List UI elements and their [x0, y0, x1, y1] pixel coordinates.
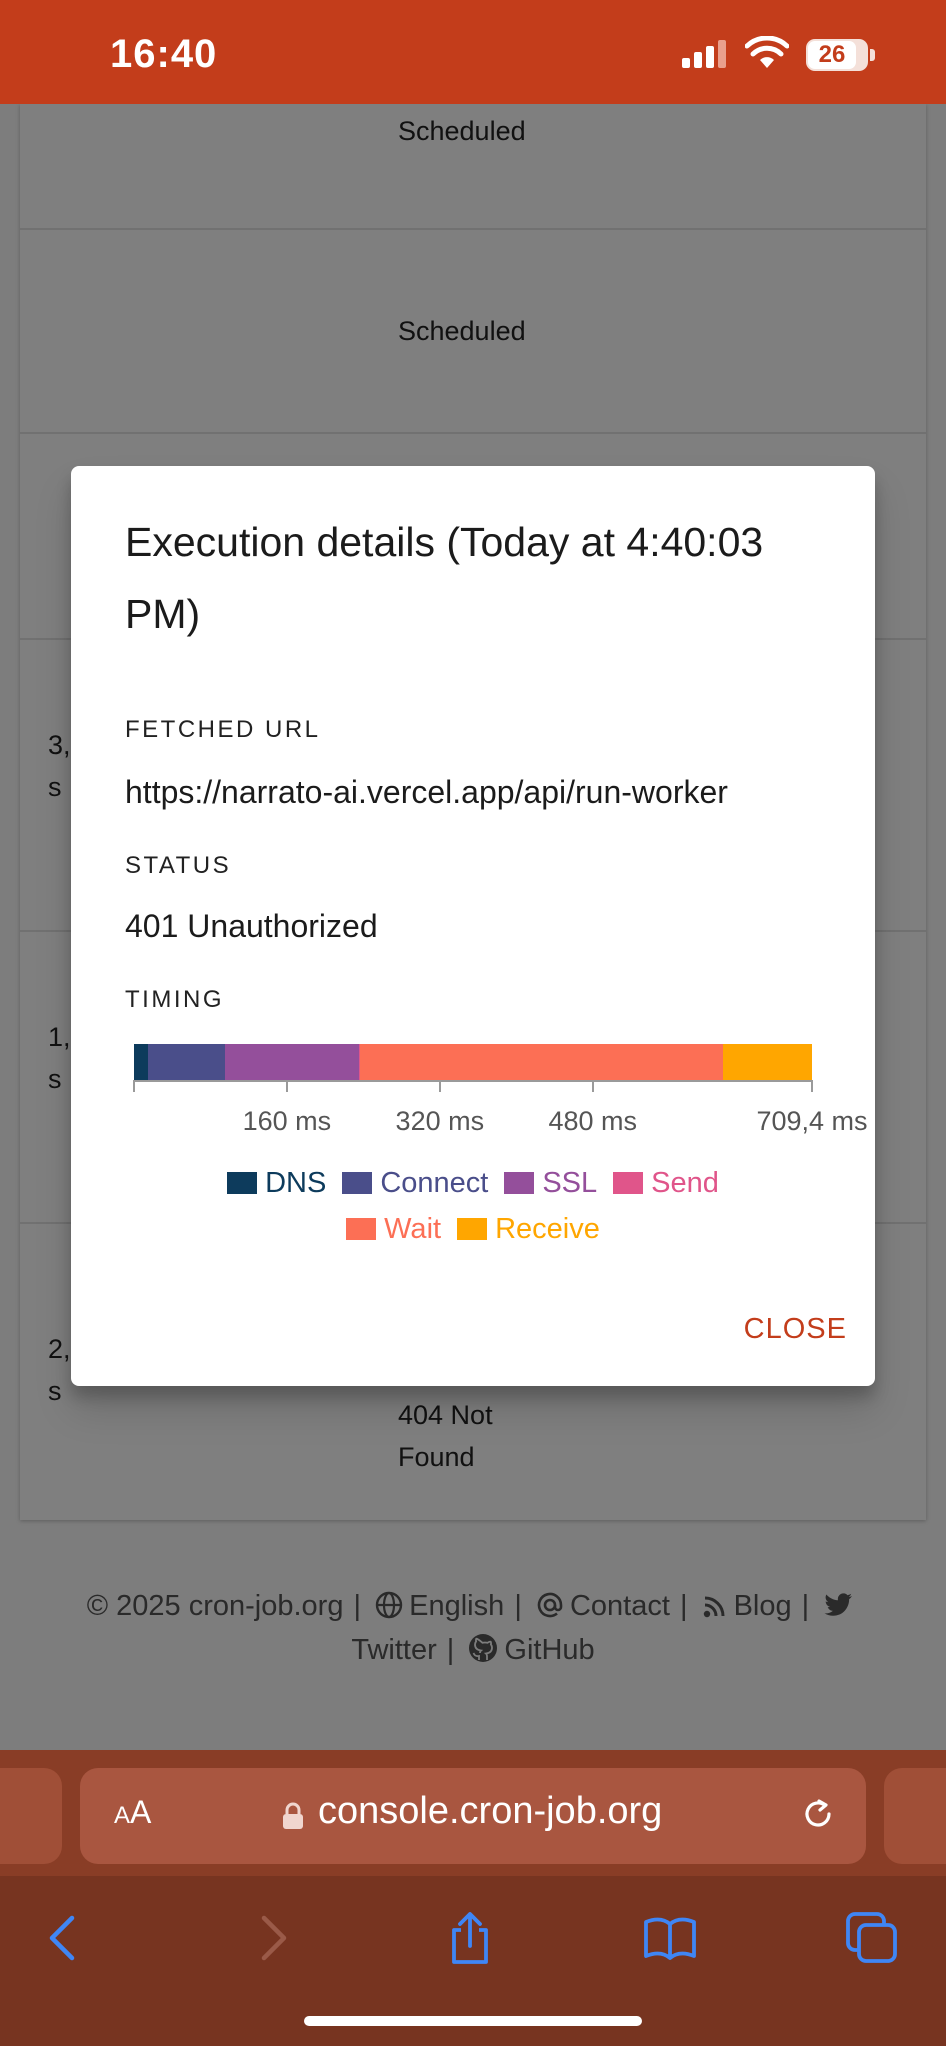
- axis-tick: [285, 1080, 288, 1092]
- home-indicator: [304, 2016, 642, 2026]
- timing-axis: [134, 1080, 812, 1082]
- address-bar[interactable]: AA console.cron-job.org: [80, 1768, 866, 1864]
- legend-item-connect: Connect: [342, 1160, 488, 1206]
- legend-item-dns: DNS: [227, 1160, 326, 1206]
- status-value: 401 Unauthorized: [125, 908, 378, 944]
- legend-swatch: [504, 1172, 535, 1194]
- axis-tick-label: 480 ms: [548, 1106, 638, 1136]
- axis-tick-label: 160 ms: [242, 1106, 332, 1136]
- timing-segment-receive: [722, 1044, 812, 1080]
- wifi-icon: [745, 36, 789, 68]
- legend-label: Send: [651, 1167, 719, 1199]
- timing-segment-dns: [134, 1044, 149, 1080]
- execution-details-dialog: Execution details (Today at 4:40:03 PM) …: [71, 466, 875, 1386]
- legend-label: DNS: [265, 1167, 327, 1199]
- axis-tick: [438, 1080, 441, 1092]
- timing-label: TIMING: [125, 986, 224, 1013]
- timing-segment-wait: [359, 1044, 723, 1080]
- legend-swatch: [342, 1172, 373, 1194]
- reload-icon[interactable]: [798, 1794, 838, 1834]
- status-label: STATUS: [125, 852, 232, 879]
- timing-chart: 160 ms 320 ms 480 ms 709,4 ms: [71, 1044, 875, 1164]
- legend-swatch: [613, 1172, 644, 1194]
- aa-large: A: [130, 1794, 152, 1830]
- status-bar: 16:40 26: [0, 0, 946, 104]
- legend-label: SSL: [542, 1167, 598, 1199]
- previous-tab-peek[interactable]: [0, 1768, 62, 1864]
- timing-segment-ssl: [224, 1044, 359, 1080]
- legend-label: Connect: [380, 1167, 489, 1199]
- axis-tick: [133, 1080, 135, 1092]
- legend-item-receive: Receive: [457, 1206, 600, 1252]
- back-icon[interactable]: [36, 1910, 92, 1966]
- axis-tick: [811, 1080, 813, 1092]
- legend-item-ssl: SSL: [504, 1160, 597, 1206]
- legend-label: Wait: [384, 1213, 442, 1245]
- forward-icon[interactable]: [244, 1910, 300, 1966]
- url-host: console.cron-job.org: [318, 1790, 663, 1832]
- tabs-icon[interactable]: [844, 1910, 900, 1966]
- axis-tick-label: 709,4 ms: [756, 1106, 868, 1136]
- aa-small: A: [114, 1802, 131, 1829]
- next-tab-peek[interactable]: [884, 1768, 946, 1864]
- legend-swatch: [227, 1172, 258, 1194]
- reader-options-button[interactable]: AA: [114, 1794, 151, 1831]
- browser-toolbar: AA console.cron-job.org: [0, 1750, 946, 2046]
- lock-icon: [283, 1802, 303, 1829]
- share-icon[interactable]: [442, 1910, 498, 1966]
- battery-icon: 26: [806, 39, 875, 71]
- legend-item-send: Send: [613, 1160, 719, 1206]
- fetched-url-label: FETCHED URL: [125, 716, 321, 743]
- clock: 16:40: [110, 32, 218, 76]
- timing-legend: DNS Connect SSL Send Wait Receive: [71, 1160, 875, 1252]
- legend-swatch: [346, 1218, 377, 1240]
- bookmarks-icon[interactable]: [642, 1910, 698, 1966]
- timing-segment-connect: [148, 1044, 225, 1080]
- legend-label: Receive: [495, 1213, 600, 1245]
- battery-level: 26: [818, 41, 846, 68]
- close-button[interactable]: CLOSE: [709, 1304, 847, 1354]
- axis-tick: [591, 1080, 594, 1092]
- legend-swatch: [457, 1218, 488, 1240]
- fetched-url-value: https://narrato-ai.vercel.app/api/run-wo…: [125, 774, 728, 810]
- legend-item-wait: Wait: [346, 1206, 441, 1252]
- axis-tick-label: 320 ms: [395, 1106, 485, 1136]
- address-band: AA console.cron-job.org: [0, 1750, 946, 1876]
- dialog-title: Execution details (Today at 4:40:03 PM): [125, 519, 764, 637]
- cellular-signal-icon: [682, 40, 726, 68]
